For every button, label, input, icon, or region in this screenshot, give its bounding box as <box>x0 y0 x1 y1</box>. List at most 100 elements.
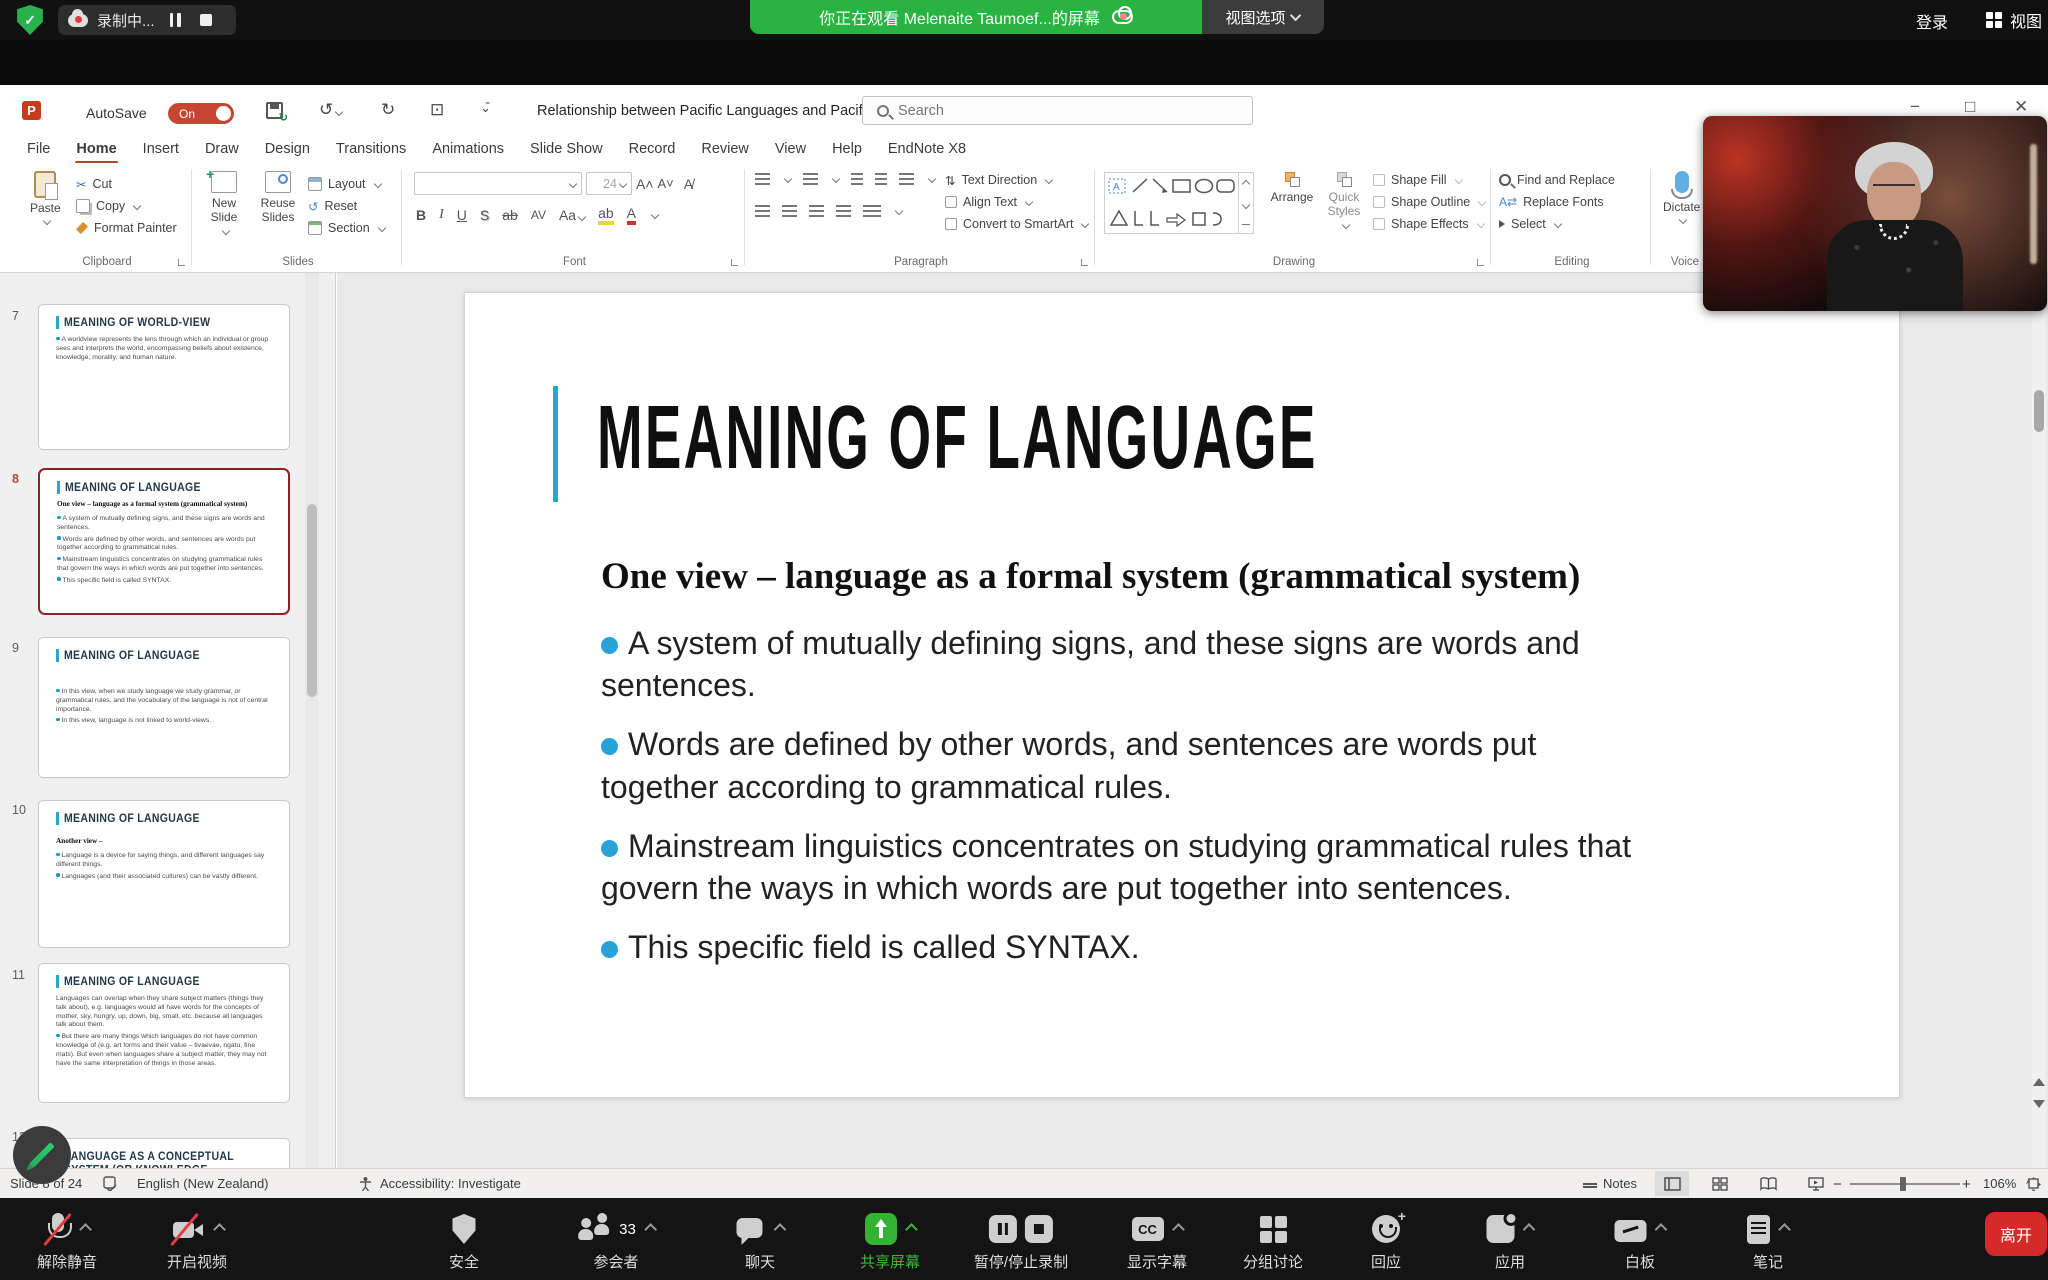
format-painter-button[interactable]: Format Painter <box>76 217 177 239</box>
reset-button[interactable]: ↺Reset <box>308 195 385 217</box>
gallery-up-icon[interactable] <box>1242 180 1250 188</box>
search-box[interactable] <box>862 96 1253 125</box>
slide-thumbnail-8[interactable]: MEANING OF LANGUAGE One view – language … <box>38 468 290 615</box>
slide-scrollbar[interactable] <box>2032 273 2046 1168</box>
underline-button[interactable]: U <box>457 207 467 223</box>
spell-check-icon[interactable] <box>103 1176 118 1191</box>
fit-to-window-icon[interactable] <box>2026 1176 2041 1191</box>
zoom-slider-thumb[interactable] <box>1900 1177 1906 1191</box>
justify-button[interactable] <box>836 205 851 217</box>
shrink-font-button[interactable]: A˅ <box>658 176 674 191</box>
zoom-in-button[interactable]: + <box>1962 1176 1971 1193</box>
tab-file[interactable]: File <box>14 137 63 161</box>
share-options-chevron-icon[interactable] <box>905 1223 918 1236</box>
clear-formatting-button[interactable]: A̸ <box>684 176 693 192</box>
chat-chevron-icon[interactable] <box>774 1223 787 1236</box>
apps-chevron-icon[interactable] <box>1523 1223 1536 1236</box>
reuse-slides-button[interactable]: Reuse Slides <box>254 171 302 225</box>
zoom-slider[interactable] <box>1850 1183 1960 1185</box>
view-layout-button[interactable]: 视图 <box>1986 8 2042 32</box>
layout-button[interactable]: Layout <box>308 173 385 195</box>
convert-smartart-button[interactable]: Convert to SmartArt <box>945 213 1088 235</box>
slide-thumbnail-11[interactable]: MEANING OF LANGUAGE Languages can overla… <box>38 963 290 1103</box>
tab-help[interactable]: Help <box>819 137 875 161</box>
columns-chevron-icon[interactable] <box>895 207 903 215</box>
tab-transitions[interactable]: Transitions <box>323 137 419 161</box>
whiteboard-button[interactable]: 白板 <box>1615 1210 1666 1272</box>
tab-review[interactable]: Review <box>688 137 762 161</box>
slide-body[interactable]: One view – language as a formal system (… <box>601 555 1661 986</box>
tab-insert[interactable]: Insert <box>130 137 192 161</box>
align-left-button[interactable] <box>755 205 770 217</box>
pause-recording-icon[interactable] <box>989 1215 1017 1243</box>
text-shadow-button[interactable]: S <box>480 207 489 223</box>
participants-chevron-icon[interactable] <box>644 1223 657 1236</box>
stop-recording-icon[interactable] <box>1025 1215 1053 1243</box>
captions-button[interactable]: CC 显示字幕 <box>1127 1210 1187 1272</box>
increase-indent-button[interactable] <box>875 173 887 185</box>
security-button[interactable]: 安全 <box>449 1210 479 1272</box>
text-direction-button[interactable]: ⇅Text Direction <box>945 169 1088 191</box>
captions-chevron-icon[interactable] <box>1172 1223 1185 1236</box>
strikethrough-button[interactable]: ab <box>502 207 518 223</box>
quick-styles-button[interactable]: Quick Styles <box>1321 172 1367 228</box>
decrease-indent-button[interactable] <box>851 173 863 185</box>
slide-thumbnail-12[interactable]: LANGUAGE AS A CONCEPTUAL SYSTEM (OR KNOW… <box>38 1138 290 1168</box>
font-color-button[interactable]: A <box>627 205 636 225</box>
reactions-button[interactable]: + 回应 <box>1371 1210 1401 1272</box>
notes-button[interactable]: 笔记 <box>1747 1210 1789 1272</box>
line-spacing-button[interactable] <box>899 173 914 185</box>
slide-scrollbar-thumb[interactable] <box>2034 390 2044 432</box>
maximize-button[interactable]: □ <box>1965 97 1975 117</box>
numbering-chevron-icon[interactable] <box>832 175 840 183</box>
search-input[interactable] <box>898 103 1198 119</box>
tab-record[interactable]: Record <box>616 137 689 161</box>
share-screen-button[interactable]: 共享屏幕 <box>860 1210 920 1272</box>
replace-fonts-button[interactable]: A⇄Replace Fonts <box>1499 191 1615 213</box>
pause-recording-icon[interactable] <box>170 13 181 27</box>
italic-button[interactable]: I <box>439 207 444 223</box>
minimize-button[interactable]: − <box>1910 97 1920 117</box>
slide-title[interactable]: MEANING OF LANGUAGE <box>597 385 1318 489</box>
video-options-chevron-icon[interactable] <box>213 1223 226 1236</box>
tab-view[interactable]: View <box>762 137 819 161</box>
zoom-level[interactable]: 106% <box>1983 1176 2016 1191</box>
webcam-video-overlay[interactable] <box>1703 116 2047 311</box>
tab-endnote[interactable]: EndNote X8 <box>875 137 979 161</box>
view-options-dropdown[interactable]: 视图选项 <box>1202 0 1324 34</box>
font-dialog-launcher[interactable] <box>731 259 738 266</box>
slide-thumbnail-10[interactable]: MEANING OF LANGUAGE Another view – Langu… <box>38 800 290 948</box>
autosave-toggle[interactable]: On <box>168 103 234 124</box>
select-button[interactable]: Select <box>1499 213 1615 235</box>
character-spacing-button[interactable]: AV <box>531 208 546 222</box>
highlight-color-button[interactable]: ab <box>598 205 614 225</box>
paragraph-dialog-launcher[interactable] <box>1081 259 1088 266</box>
slide-thumbnail-9[interactable]: MEANING OF LANGUAGE In this view, when w… <box>38 637 290 778</box>
shape-outline-button[interactable]: Shape Outline <box>1373 191 1485 213</box>
quick-access-customize-icon[interactable]: ⌄̄ <box>480 100 491 116</box>
normal-view-button[interactable] <box>1655 1171 1689 1196</box>
apps-button[interactable]: 应用 <box>1487 1210 1534 1272</box>
breakout-rooms-button[interactable]: 分组讨论 <box>1243 1210 1303 1272</box>
align-right-button[interactable] <box>809 205 824 217</box>
new-slide-button[interactable]: + New Slide <box>200 171 248 234</box>
columns-button[interactable] <box>863 205 881 217</box>
save-icon[interactable] <box>266 102 283 119</box>
zoom-out-button[interactable]: − <box>1833 1176 1842 1193</box>
drawing-dialog-launcher[interactable] <box>1477 259 1484 266</box>
slide-sorter-view-button[interactable] <box>1703 1171 1737 1196</box>
shape-effects-button[interactable]: Shape Effects <box>1373 213 1485 235</box>
recording-indicator[interactable]: 录制中... <box>58 5 236 35</box>
mute-button[interactable]: 解除静音 <box>37 1210 97 1272</box>
tab-slide-show[interactable]: Slide Show <box>517 137 616 161</box>
login-button[interactable]: 登录 <box>1916 9 1948 33</box>
change-case-button[interactable]: Aa <box>559 207 585 223</box>
font-size-select[interactable]: 24 <box>586 172 632 195</box>
thumbnail-scrollbar-thumb[interactable] <box>307 504 317 697</box>
slide-thumbnail-7[interactable]: MEANING OF WORLD-VIEW A worldview repres… <box>38 304 290 450</box>
leave-meeting-button[interactable]: 离开 <box>1985 1212 2047 1256</box>
shape-fill-button[interactable]: Shape Fill <box>1373 169 1485 191</box>
notes-chevron-icon[interactable] <box>1778 1223 1791 1236</box>
previous-slide-button[interactable] <box>2033 1078 2045 1086</box>
slideshow-view-button[interactable] <box>1799 1171 1833 1196</box>
